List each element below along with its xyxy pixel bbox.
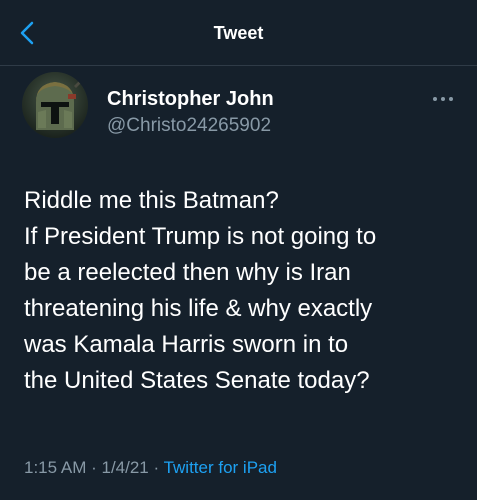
more-options-button[interactable] (431, 92, 455, 106)
tweet-text-line: Riddle me this Batman? (24, 187, 279, 214)
more-dots-icon (433, 97, 453, 101)
tweet-text-line: be a reelected then why is Iran (24, 259, 351, 286)
tweet-text-line: was Kamala Harris sworn in to (24, 331, 349, 358)
tweet-meta: 1:15 AM · 1/4/21 · Twitter for iPad (24, 458, 277, 478)
top-bar: Tweet (0, 0, 477, 66)
tweet-text: Riddle me this Batman? If President Trum… (24, 183, 470, 399)
avatar[interactable] (22, 72, 88, 138)
tweet-source-link[interactable]: Twitter for iPad (164, 458, 277, 477)
helmet-avatar-icon (22, 72, 88, 138)
page-title: Tweet (213, 23, 264, 43)
tweet-text-line: the United States Senate today? (24, 367, 370, 394)
tweet-date[interactable]: 1/4/21 (102, 458, 149, 477)
tweet-page: Tweet Christopher John @Christo24265902 (0, 0, 477, 500)
tweet-text-line: threatening his life & why exactly (24, 295, 373, 322)
meta-separator: · (153, 458, 164, 477)
meta-separator: · (91, 458, 102, 477)
author-name[interactable]: Christopher John (107, 88, 274, 111)
tweet-time[interactable]: 1:15 AM (24, 458, 86, 477)
author-handle[interactable]: @Christo24265902 (107, 115, 271, 137)
tweet-text-line: If President Trump is not going to (24, 223, 377, 250)
